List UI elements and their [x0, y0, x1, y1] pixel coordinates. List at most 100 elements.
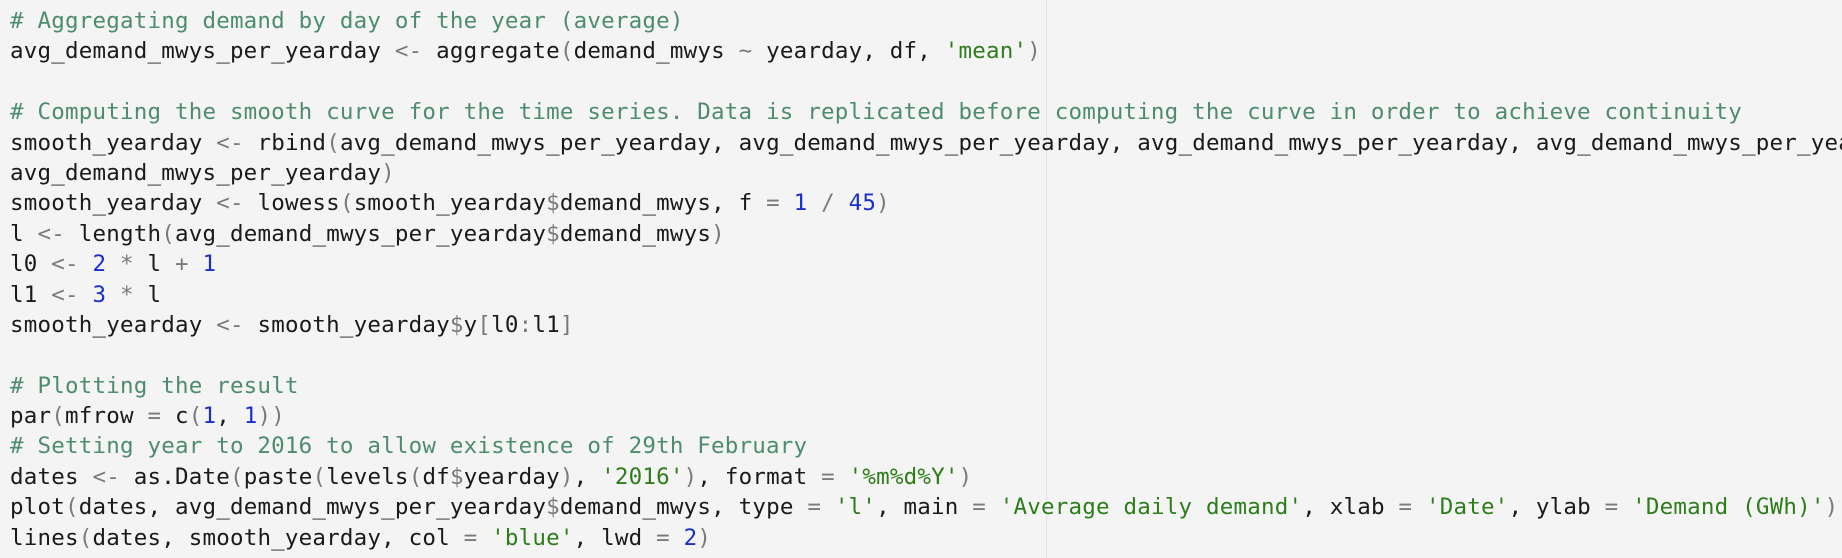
code-comment: # Computing the smooth curve for the tim… — [10, 99, 1743, 126]
code-operator: ) — [683, 463, 698, 490]
code-line[interactable]: # Setting year to 2016 to allow existenc… — [10, 431, 1842, 461]
code-text: c — [161, 403, 189, 430]
code-line[interactable]: plot(dates, avg_demand_mwys_per_yearday$… — [10, 492, 1842, 522]
code-text: , — [573, 463, 602, 490]
code-text: rbind — [243, 129, 327, 156]
code-operator: $ — [449, 463, 464, 490]
code-operator: = — [463, 524, 478, 551]
code-text: lines — [10, 524, 79, 551]
code-number: 2 — [683, 524, 698, 551]
code-operator: <- — [216, 311, 244, 338]
code-string: 'Date' — [1425, 494, 1509, 521]
code-line[interactable]: l1 <- 3 * l — [10, 280, 1842, 310]
code-operator: <- — [51, 281, 79, 308]
code-operator: ( — [229, 463, 244, 490]
code-operator: ( — [339, 190, 354, 217]
code-line[interactable]: smooth_yearday <- lowess(smooth_yearday$… — [10, 188, 1842, 218]
code-text: demand_mwys, f — [559, 190, 767, 217]
code-text: df — [422, 463, 450, 490]
code-text: , format — [697, 463, 822, 490]
code-line[interactable]: dates <- as.Date(paste(levels(df$yearday… — [10, 462, 1842, 492]
code-operator: = — [972, 494, 987, 521]
code-line[interactable]: # Plotting the result — [10, 371, 1842, 401]
code-operator: = — [1604, 494, 1619, 521]
code-string: 'Average daily demand' — [999, 494, 1303, 521]
code-editor[interactable]: # Aggregating demand by day of the year … — [0, 0, 1842, 558]
code-number: 3 — [92, 281, 107, 308]
code-text: smooth_yearday — [243, 311, 450, 338]
code-operator: : — [518, 311, 533, 338]
code-operator: = — [656, 524, 670, 551]
code-text: avg_demand_mwys_per_yearday, avg_demand_… — [339, 129, 1842, 156]
code-text: , lwd — [573, 524, 657, 551]
code-text: l — [133, 251, 175, 278]
code-line[interactable]: avg_demand_mwys_per_yearday <- aggregate… — [10, 36, 1842, 66]
code-line[interactable]: l <- length(avg_demand_mwys_per_yearday$… — [10, 219, 1842, 249]
code-operator: = — [147, 403, 162, 430]
code-operator: ( — [408, 463, 423, 490]
code-text: demand_mwys, type — [559, 494, 808, 521]
code-text: smooth_yearday — [10, 190, 217, 217]
code-operator: ( — [65, 494, 79, 521]
code-text: smooth_yearday — [10, 311, 217, 338]
code-operator: ( — [78, 524, 93, 551]
code-operator: ) — [876, 190, 890, 217]
code-operator: ] — [559, 311, 574, 338]
code-line[interactable]: smooth_yearday <- smooth_yearday$y[l0:l1… — [10, 310, 1842, 340]
code-string: '%m%d%Y' — [848, 463, 959, 490]
code-text: levels — [326, 463, 409, 490]
code-comment: # Aggregating demand by day of the year … — [10, 8, 684, 34]
code-line[interactable]: par(mfrow = c(1, 1)) — [10, 401, 1842, 431]
code-area[interactable]: # Aggregating demand by day of the year … — [10, 0, 1842, 553]
code-line[interactable]: l0 <- 2 * l + 1 — [10, 249, 1842, 279]
code-line[interactable]: # Computing the smooth curve for the tim… — [10, 97, 1842, 127]
code-text: length — [65, 220, 162, 247]
code-operator: + — [175, 251, 189, 278]
code-line[interactable]: ​ — [10, 340, 1842, 370]
code-line[interactable]: lines(dates, smooth_yearday, col = 'blue… — [10, 523, 1842, 553]
code-operator: = — [821, 463, 835, 490]
code-text: smooth_yearday — [10, 129, 217, 156]
code-text: yearday — [463, 463, 560, 490]
code-text: avg_demand_mwys_per_yearday — [174, 220, 547, 247]
code-operator: ) — [711, 220, 725, 247]
code-operator: ( — [161, 220, 175, 247]
code-number: 1 — [202, 251, 217, 278]
code-text: l — [133, 281, 162, 308]
code-operator: <- — [394, 38, 423, 65]
code-line[interactable]: smooth_yearday <- rbind(avg_demand_mwys_… — [10, 128, 1842, 158]
code-string: 'Demand (GWh)' — [1632, 494, 1825, 521]
code-text: yearday, df, — [752, 38, 945, 65]
code-text: plot — [10, 494, 65, 521]
code-number: 1 — [243, 403, 258, 430]
code-text: l1 — [10, 281, 52, 308]
code-text: smooth_yearday — [353, 190, 547, 217]
code-line[interactable]: ​ — [10, 67, 1842, 97]
code-operator: ) — [559, 463, 574, 490]
code-operator: $ — [546, 220, 560, 247]
code-operator: / — [821, 190, 835, 217]
code-operator: $ — [546, 190, 560, 217]
code-line[interactable]: # Aggregating demand by day of the year … — [10, 6, 1842, 36]
code-text: , xlab — [1302, 494, 1399, 521]
code-operator: ) — [1027, 38, 1042, 65]
code-text: demand_mwys — [559, 220, 712, 247]
code-text: dates — [10, 463, 93, 490]
code-operator: ( — [559, 38, 574, 65]
code-text: l0 — [491, 311, 519, 338]
code-operator: <- — [37, 220, 65, 247]
code-operator: ( — [51, 403, 65, 430]
code-text: l0 — [10, 251, 52, 278]
code-line[interactable]: avg_demand_mwys_per_yearday) — [10, 158, 1842, 188]
code-text: mfrow — [65, 403, 148, 430]
code-text: paste — [243, 463, 313, 490]
code-operator: )) — [257, 403, 285, 430]
code-string: 'mean' — [944, 38, 1028, 65]
